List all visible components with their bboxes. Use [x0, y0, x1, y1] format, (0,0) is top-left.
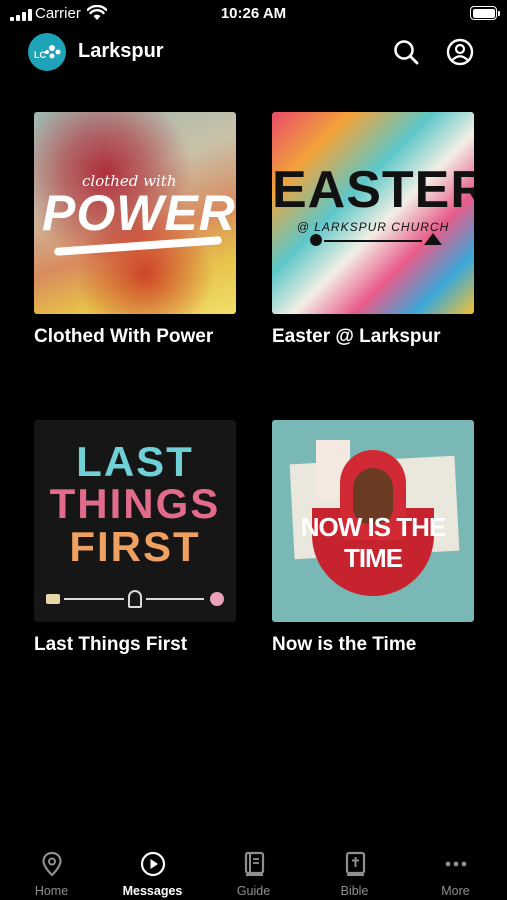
search-icon[interactable] [392, 38, 420, 66]
message-card-clothed-with-power[interactable]: clothed with POWER Clothed With Power [34, 112, 236, 348]
artwork-title: POWER [42, 185, 236, 241]
church-logo: LC [28, 33, 66, 71]
tab-guide[interactable]: Guide [203, 838, 304, 900]
play-circle-icon [140, 851, 166, 877]
tab-label: Messages [122, 884, 183, 898]
app-header: LC Larkspur [0, 30, 507, 76]
tab-label: Guide [236, 884, 271, 898]
more-dots-icon [445, 861, 467, 867]
timeline-graphic [46, 590, 224, 608]
location-pin-icon [42, 851, 62, 877]
guide-book-icon [244, 851, 265, 876]
series-artwork[interactable]: NOW IS THE TIME [272, 420, 474, 622]
message-title[interactable]: Last Things First [34, 634, 236, 656]
tab-bible[interactable]: Bible [304, 838, 405, 900]
message-title[interactable]: Clothed With Power [34, 326, 236, 348]
artwork-subtitle: @ LARKSPUR CHURCH [296, 220, 450, 234]
artwork-title: EASTER [272, 161, 474, 219]
battery-icon [470, 6, 500, 20]
message-card-now-is-the-time[interactable]: NOW IS THE TIME Now is the Time [272, 420, 474, 656]
artwork-title: NOW IS THE TIME [300, 512, 447, 573]
stone-icon [310, 234, 322, 246]
artwork-line-2: THINGS [49, 480, 221, 527]
profile-icon[interactable] [446, 38, 474, 66]
tab-home[interactable]: Home [1, 838, 102, 900]
message-title[interactable]: Now is the Time [272, 634, 474, 656]
message-card-last-things-first[interactable]: LAST THINGS FIRST Last Things First [34, 420, 236, 656]
bible-icon [345, 851, 366, 876]
tab-more[interactable]: More [405, 838, 506, 900]
altar-icon [46, 594, 60, 604]
tab-label: Home [34, 884, 69, 898]
artwork-line-3: FIRST [69, 523, 201, 570]
bottom-tab-bar: Home Messages Guide Bible More [0, 838, 507, 900]
message-title[interactable]: Easter @ Larkspur [272, 326, 474, 348]
message-card-easter[interactable]: EASTER @ LARKSPUR CHURCH Easter @ Larksp… [272, 112, 474, 348]
series-artwork[interactable]: EASTER @ LARKSPUR CHURCH [272, 112, 474, 314]
cross-icon [128, 590, 142, 608]
status-bar: Carrier 10:26 AM [0, 0, 507, 28]
tab-label: Bible [340, 884, 369, 898]
series-artwork[interactable]: clothed with POWER [34, 112, 236, 314]
artwork-line-1: LAST [76, 438, 194, 485]
shell-icon [210, 592, 224, 606]
app-title: Larkspur [78, 40, 164, 62]
crown-icon [424, 233, 442, 245]
logo-text: LC [34, 50, 46, 60]
series-artwork[interactable]: LAST THINGS FIRST [34, 420, 236, 622]
tab-messages[interactable]: Messages [102, 838, 203, 900]
status-time: 10:26 AM [220, 5, 287, 22]
tab-label: More [441, 884, 470, 898]
